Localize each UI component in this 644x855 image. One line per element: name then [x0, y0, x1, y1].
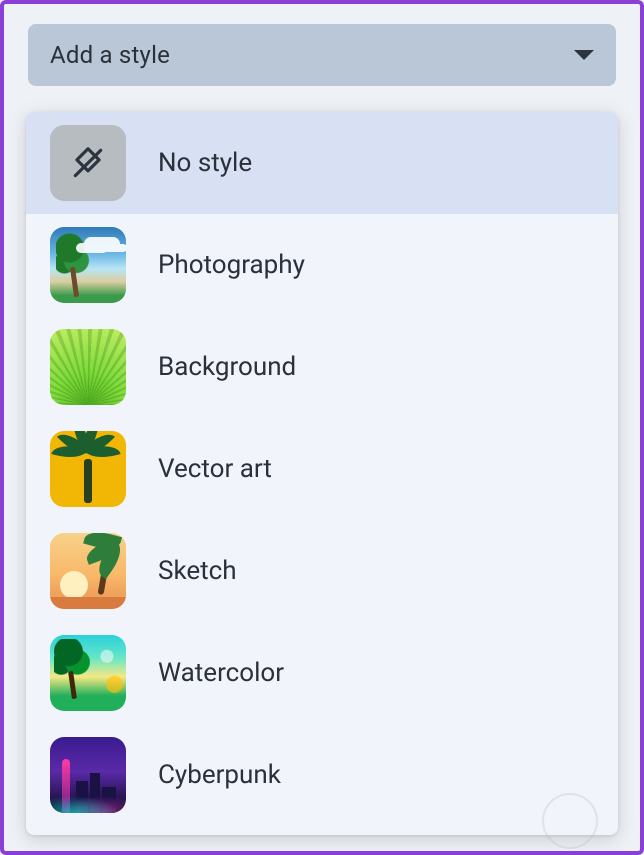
style-dropdown-label: Add a style — [50, 41, 170, 69]
style-option-label: Vector art — [158, 454, 272, 484]
vector-art-thumbnail-icon — [50, 431, 126, 507]
style-option-label: Sketch — [158, 556, 237, 586]
watercolor-thumbnail-icon — [50, 635, 126, 711]
style-dropdown-trigger[interactable]: Add a style — [28, 24, 616, 86]
style-option-background[interactable]: Background — [26, 316, 618, 418]
style-option-label: Watercolor — [158, 658, 284, 688]
app-frame: Add a style No style Photography Backgro… — [0, 0, 644, 855]
sketch-thumbnail-icon — [50, 533, 126, 609]
style-option-label: Cyberpunk — [158, 760, 281, 790]
cyberpunk-thumbnail-icon — [50, 737, 126, 813]
style-option-label: No style — [158, 148, 252, 178]
style-option-cyberpunk[interactable]: Cyberpunk — [26, 724, 618, 826]
style-option-photography[interactable]: Photography — [26, 214, 618, 316]
background-thumbnail-icon — [50, 329, 126, 405]
style-option-label: Background — [158, 352, 296, 382]
style-option-sketch[interactable]: Sketch — [26, 520, 618, 622]
no-style-icon — [50, 125, 126, 201]
style-option-vector-art[interactable]: Vector art — [26, 418, 618, 520]
caret-down-icon — [574, 50, 594, 60]
style-option-label: Photography — [158, 250, 305, 280]
style-option-watercolor[interactable]: Watercolor — [26, 622, 618, 724]
style-dropdown-panel: No style Photography Background Vector a… — [26, 112, 618, 835]
photography-thumbnail-icon — [50, 227, 126, 303]
partial-circle-icon — [542, 793, 598, 849]
style-option-no-style[interactable]: No style — [26, 112, 618, 214]
